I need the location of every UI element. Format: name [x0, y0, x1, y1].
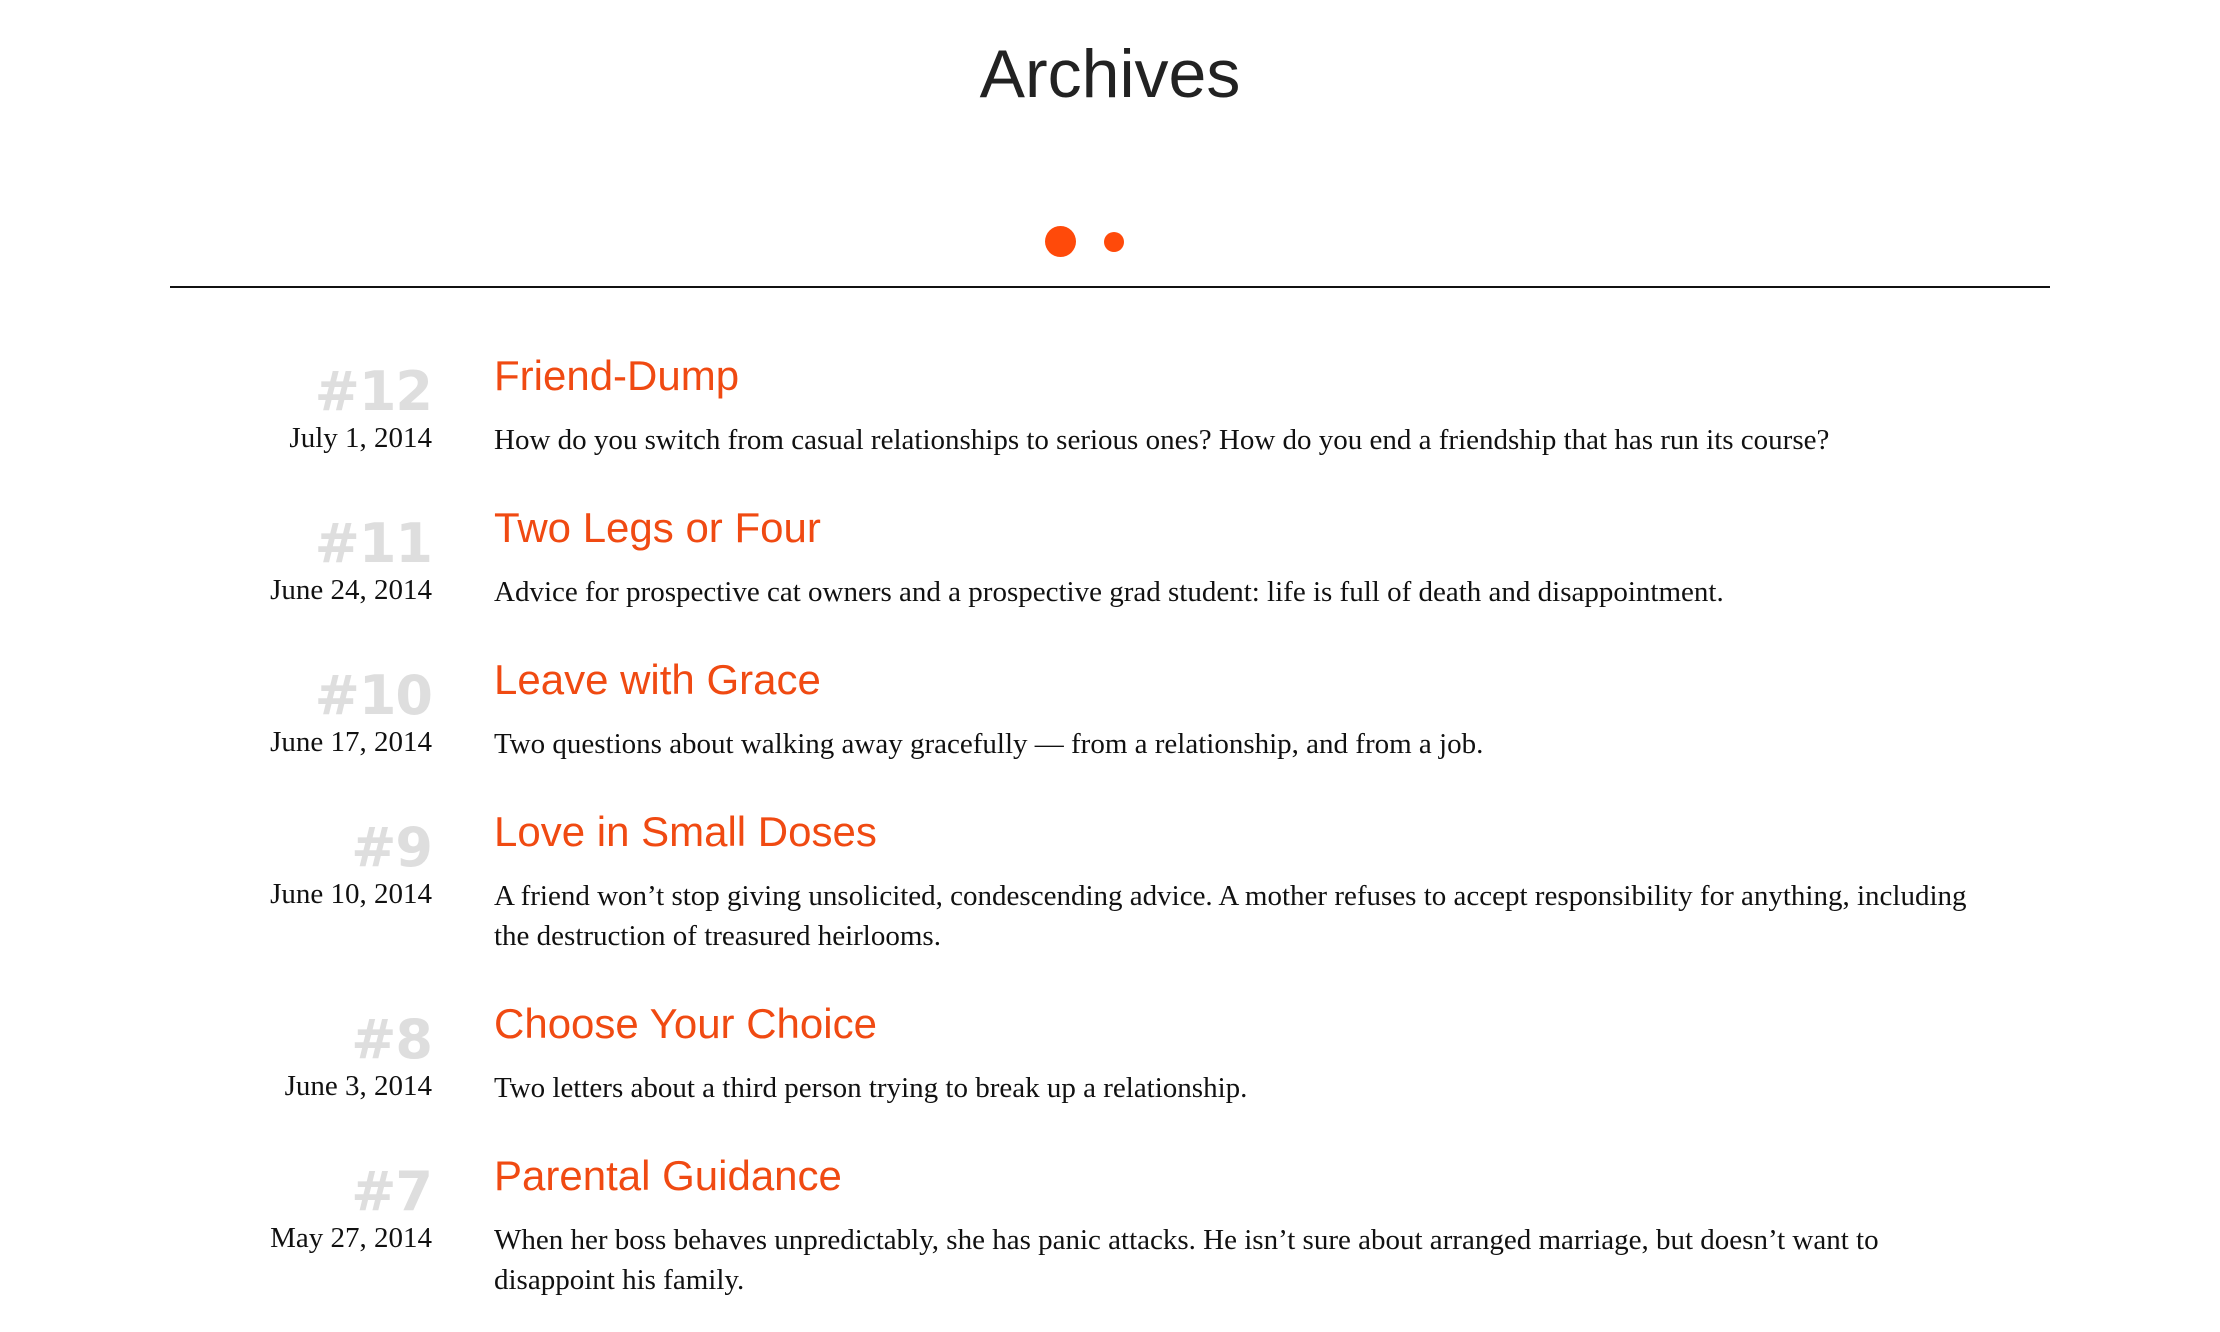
header-divider — [170, 286, 2050, 288]
entry-title-link[interactable]: Choose Your Choice — [494, 988, 1994, 1060]
entry-title-link[interactable]: Parental Guidance — [494, 1140, 1994, 1212]
archive-entry: #11 Two Legs or Four June 24, 2014 Advic… — [0, 492, 2220, 612]
entry-date: July 1, 2014 — [289, 422, 432, 454]
entry-date: June 3, 2014 — [284, 1070, 432, 1102]
entry-description: When her boss behaves unpredictably, she… — [494, 1224, 1879, 1296]
archive-entry: #9 Love in Small Doses June 10, 2014 A f… — [0, 796, 2220, 956]
issue-number: #12 — [314, 360, 433, 423]
entry-date: June 24, 2014 — [270, 574, 432, 606]
entry-date: June 17, 2014 — [270, 726, 432, 758]
page-dot-2[interactable] — [1104, 232, 1124, 252]
issue-number: #7 — [351, 1160, 433, 1223]
archive-entry: #7 Parental Guidance May 27, 2014 When h… — [0, 1140, 2220, 1300]
archive-list: #12 Friend-Dump July 1, 2014 How do you … — [0, 340, 2220, 1332]
issue-number: #11 — [314, 512, 433, 575]
page-dot-1[interactable] — [1045, 226, 1076, 257]
entry-description: Advice for prospective cat owners and a … — [494, 576, 1724, 608]
archive-entry: #8 Choose Your Choice June 3, 2014 Two l… — [0, 988, 2220, 1108]
issue-number: #8 — [351, 1008, 433, 1071]
entry-description: Two questions about walking away gracefu… — [494, 728, 1484, 760]
issue-number: #9 — [351, 816, 433, 879]
entry-description: How do you switch from casual relationsh… — [494, 424, 1830, 456]
entry-title-link[interactable]: Leave with Grace — [494, 644, 1994, 716]
entry-title-link[interactable]: Love in Small Doses — [494, 796, 1994, 868]
issue-number: #10 — [314, 664, 433, 727]
page-title: Archives — [979, 36, 1241, 112]
archive-entry: #12 Friend-Dump July 1, 2014 How do you … — [0, 340, 2220, 460]
entry-date: May 27, 2014 — [270, 1222, 432, 1254]
archive-entry: #10 Leave with Grace June 17, 2014 Two q… — [0, 644, 2220, 764]
entry-description: Two letters about a third person trying … — [494, 1072, 1248, 1104]
entry-title-link[interactable]: Two Legs or Four — [494, 492, 1994, 564]
entry-date: June 10, 2014 — [270, 878, 432, 910]
entry-description: A friend won’t stop giving unsolicited, … — [494, 880, 1967, 952]
pagination-dots — [0, 222, 2220, 262]
entry-title-link[interactable]: Friend-Dump — [494, 340, 1994, 412]
